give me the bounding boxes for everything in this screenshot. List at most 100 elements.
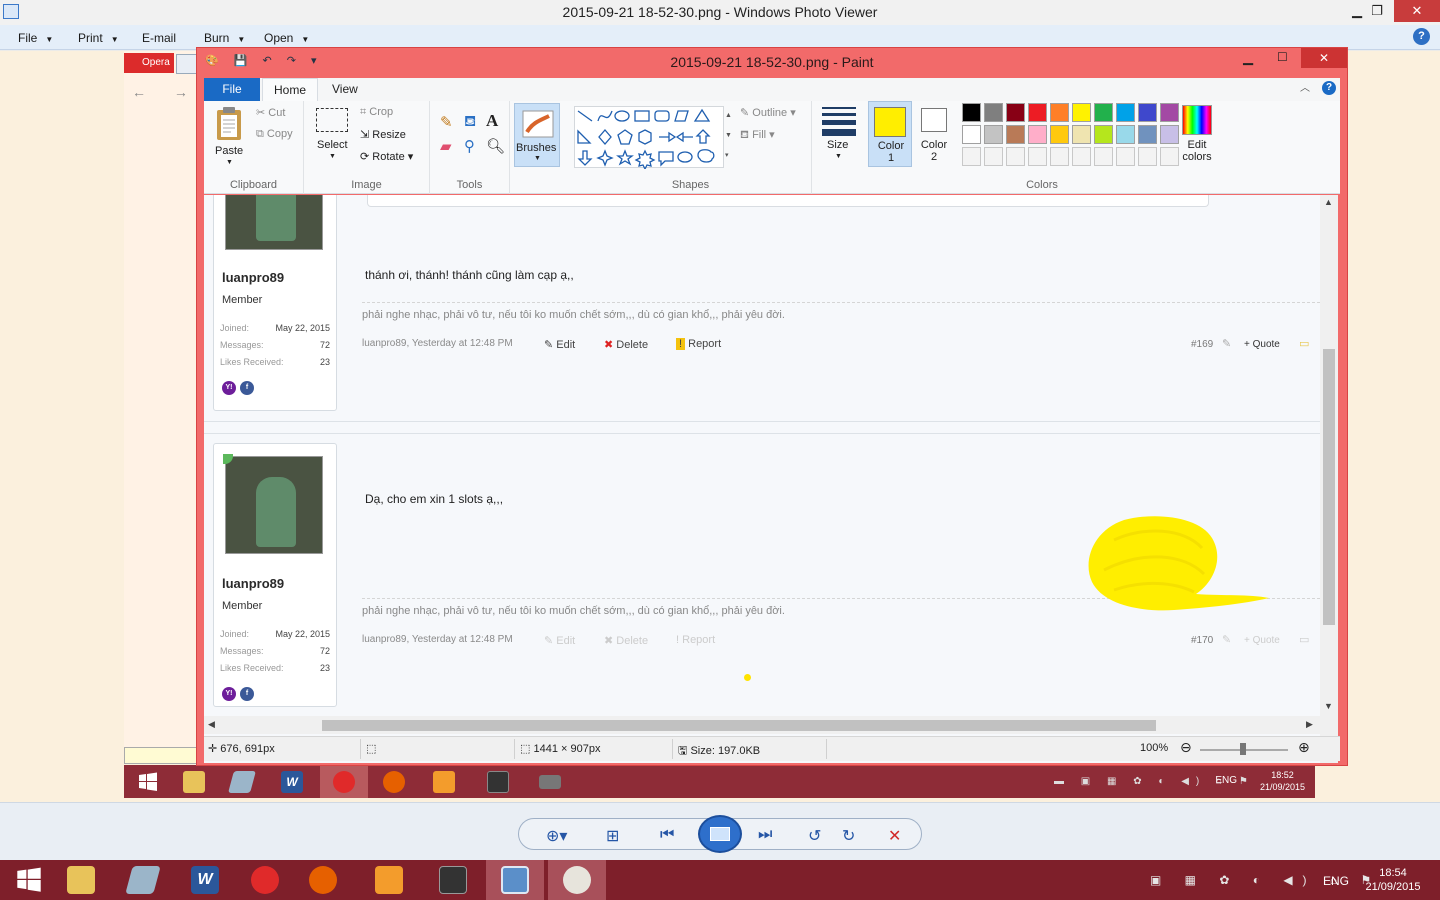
palette-swatch[interactable] [1072, 103, 1091, 122]
menu-burn[interactable]: Burn ▼ [204, 31, 245, 45]
paint-minimize-button[interactable]: ▁ [1243, 50, 1253, 66]
palette-swatch[interactable] [1116, 103, 1135, 122]
previous-icon[interactable]: ⏮ [660, 826, 674, 844]
palette-swatch[interactable] [1006, 125, 1025, 144]
scroll-right-icon[interactable]: ▶ [1306, 719, 1313, 730]
palette-swatch[interactable] [962, 147, 981, 166]
yahoo-icon[interactable]: Y! [222, 687, 236, 701]
quote-link[interactable]: + Quote [1244, 635, 1280, 646]
pencil-icon[interactable]: ✎ [440, 113, 453, 131]
report-link[interactable]: ! Report [676, 634, 715, 646]
help-icon[interactable]: ? [1413, 28, 1430, 45]
collapse-ribbon-icon[interactable]: ︿ [1300, 79, 1310, 94]
fill-button[interactable]: ⛾ Fill ▾ [740, 128, 775, 143]
file-explorer-icon[interactable] [52, 860, 110, 900]
paint-maximize-button[interactable]: ☐ [1277, 50, 1288, 64]
palette-swatch[interactable] [1138, 103, 1157, 122]
clock[interactable]: 18:54 21/09/2015 [1360, 866, 1426, 894]
palette-swatch[interactable] [962, 125, 981, 144]
color-picker-icon[interactable]: ⚲ [464, 137, 475, 155]
edit-link[interactable]: ✎ Edit [544, 634, 575, 647]
vertical-scrollbar[interactable]: ▲ ▼ [1320, 195, 1338, 763]
horizontal-scroll-thumb[interactable] [322, 720, 1156, 731]
palette-swatch[interactable] [1094, 125, 1113, 144]
palette-swatch[interactable] [1028, 103, 1047, 122]
copy-button[interactable]: ⧉ Copy [256, 128, 293, 141]
media-player-icon[interactable] [360, 860, 418, 900]
palette-swatch[interactable] [1072, 125, 1091, 144]
palette-swatch[interactable] [1138, 147, 1157, 166]
fill-bucket-icon[interactable]: ⛾ [464, 113, 476, 132]
palette-swatch[interactable] [984, 147, 1003, 166]
rotate-button[interactable]: ⟳ Rotate ▾ [360, 150, 413, 163]
facebook-icon[interactable]: f [240, 381, 254, 395]
palette-swatch[interactable] [1072, 147, 1091, 166]
palette-swatch[interactable] [1006, 103, 1025, 122]
report-link[interactable]: ! Report [676, 338, 721, 350]
zoom-slider-thumb[interactable] [1240, 743, 1246, 755]
paste-icon[interactable] [214, 106, 244, 142]
word-icon[interactable]: W [176, 860, 234, 900]
post-meta[interactable]: luanpro89, Yesterday at 12:48 PM [362, 634, 513, 645]
shapes-gallery[interactable] [574, 106, 724, 171]
palette-swatch[interactable] [1138, 125, 1157, 144]
post-meta[interactable]: luanpro89, Yesterday at 12:48 PM [362, 338, 513, 349]
menu-print[interactable]: Print ▼ [78, 31, 119, 45]
palette-swatch[interactable] [1028, 147, 1047, 166]
post-number[interactable]: #170 [1191, 635, 1213, 646]
language-indicator[interactable]: ENG [1323, 874, 1349, 888]
username[interactable]: luanpro89 [222, 576, 284, 591]
palette-swatch[interactable] [1094, 103, 1113, 122]
media-player-classic-icon[interactable] [424, 860, 482, 900]
post-number[interactable]: #169 [1191, 339, 1213, 350]
select-button[interactable]: Select [317, 139, 348, 151]
opera-icon[interactable] [236, 860, 294, 900]
edit-link[interactable]: ✎ Edit [544, 338, 575, 351]
color2-button[interactable]: Color 2 [918, 101, 956, 167]
text-icon[interactable]: A [486, 111, 498, 131]
palette-swatch[interactable] [984, 103, 1003, 122]
reply-icon[interactable]: ▭ [1299, 633, 1309, 646]
crop-button[interactable]: ⌗ Crop [360, 106, 393, 119]
tab-view[interactable]: View [332, 82, 358, 96]
paint-close-button[interactable]: ✕ [1301, 48, 1347, 68]
palette-swatch[interactable] [1094, 147, 1113, 166]
scroll-down-icon[interactable]: ▼ [1324, 701, 1333, 711]
select-icon[interactable] [316, 108, 348, 132]
color1-button[interactable]: Color 1 [868, 101, 912, 167]
eraser-icon[interactable]: ▰ [440, 137, 452, 155]
zoom-out-icon[interactable]: ⊖ [1180, 739, 1192, 756]
horizontal-scrollbar[interactable]: ◀ ▶ [204, 716, 1320, 734]
outline-button[interactable]: ✎ Outline ▾ [740, 106, 796, 119]
like-icon[interactable]: ✎ [1222, 337, 1231, 350]
facebook-icon[interactable]: f [240, 687, 254, 701]
start-button[interactable] [0, 860, 58, 900]
resize-button[interactable]: ⇲ Resize [360, 128, 406, 141]
brushes-button[interactable]: Brushes ▼ [514, 103, 560, 167]
username[interactable]: luanpro89 [222, 270, 284, 285]
slideshow-button[interactable] [698, 815, 742, 853]
actual-size-icon[interactable]: ⊞ [606, 826, 619, 846]
palette-swatch[interactable] [1160, 103, 1179, 122]
zoom-icon[interactable]: ⊕▾ [546, 826, 567, 846]
size-icon[interactable] [822, 105, 856, 136]
zoom-in-icon[interactable]: ⊕ [1298, 739, 1310, 756]
paint-help-icon[interactable]: ? [1322, 81, 1336, 95]
menu-file[interactable]: File ▼ [18, 31, 53, 45]
chevron-down-icon[interactable]: ▼ [329, 153, 336, 160]
size-button[interactable]: Size [827, 139, 848, 151]
delete-link[interactable]: ✖ Delete [604, 634, 648, 647]
like-icon[interactable]: ✎ [1222, 633, 1231, 646]
palette-swatch[interactable] [1028, 125, 1047, 144]
photo-viewer-taskbar-icon[interactable] [486, 860, 544, 900]
palette-swatch[interactable] [1050, 147, 1069, 166]
reply-icon[interactable]: ▭ [1299, 337, 1309, 350]
vertical-scroll-thumb[interactable] [1323, 349, 1335, 625]
next-icon[interactable]: ⏭ [758, 826, 772, 844]
edit-colors-icon[interactable] [1182, 105, 1212, 135]
quick-access-toolbar[interactable]: 🎨 💾 ↶ ↷ ▾ [205, 54, 323, 67]
scroll-left-icon[interactable]: ◀ [208, 719, 215, 730]
cut-button[interactable]: ✂ Cut [256, 106, 285, 119]
delete-link[interactable]: ✖ Delete [604, 338, 648, 351]
magnifier-icon[interactable]: 🔍︎ [486, 137, 505, 155]
